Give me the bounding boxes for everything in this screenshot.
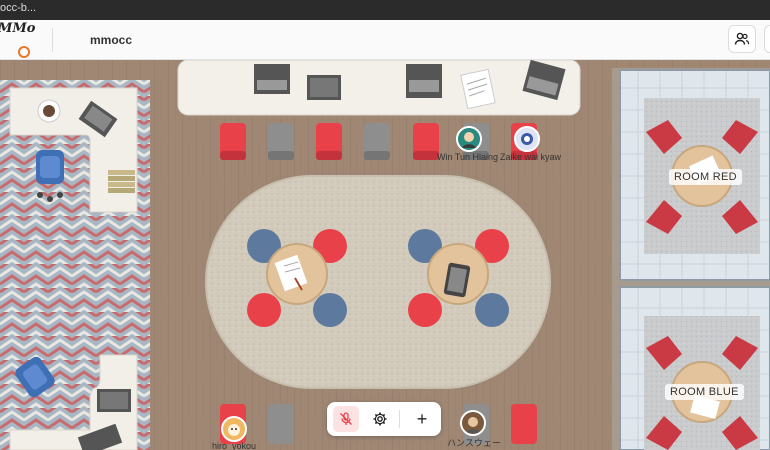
user-label-hansu: ハンスウェー (447, 438, 501, 448)
logo-text: MMo (0, 21, 36, 36)
avatar[interactable] (221, 416, 247, 442)
avatar-hansu-icon (462, 412, 484, 434)
room-blue (619, 286, 770, 450)
users-button[interactable] (728, 25, 756, 53)
user-label-win: Win Tun Hlaing (437, 152, 499, 162)
settings-button[interactable] (367, 406, 393, 432)
add-button[interactable]: + (409, 406, 435, 432)
avatar-hiro-icon (223, 418, 245, 440)
avatar[interactable] (460, 410, 486, 436)
mic-off-icon (340, 412, 352, 425)
avatar[interactable] (514, 126, 540, 152)
avatar[interactable] (456, 126, 482, 152)
user-label-zaike: Zaike wai kyaw (500, 152, 562, 162)
logo[interactable]: MMo (0, 20, 36, 60)
browser-tab-title[interactable]: occ-b... (0, 2, 36, 14)
room-blue-label[interactable]: ROOM BLUE (665, 384, 744, 400)
users-icon (734, 32, 750, 45)
media-toolbar: + (327, 402, 441, 436)
plus-icon: + (416, 408, 428, 429)
logo-dot (18, 46, 30, 58)
mic-toggle-button[interactable] (333, 406, 359, 432)
browser-tab-bar: occ-b... (0, 0, 770, 20)
room-red-label[interactable]: ROOM RED (669, 169, 742, 185)
office-map[interactable]: ROOM RED ROOM BLUE Win Tun Hlaing Zaike … (0, 60, 770, 450)
app-name: mmocc (90, 33, 133, 47)
gear-icon (373, 412, 387, 426)
menu-button[interactable] (764, 25, 770, 53)
app-header: MMo mmocc (0, 20, 770, 60)
header-divider (52, 28, 53, 52)
avatar-win-icon (458, 128, 480, 150)
avatar-zaike-icon (516, 128, 538, 150)
top-long-desk (177, 60, 581, 116)
toolbar-divider (399, 410, 400, 428)
user-label-hiro: hiro_yokou (212, 441, 257, 450)
office-floor (0, 60, 770, 450)
